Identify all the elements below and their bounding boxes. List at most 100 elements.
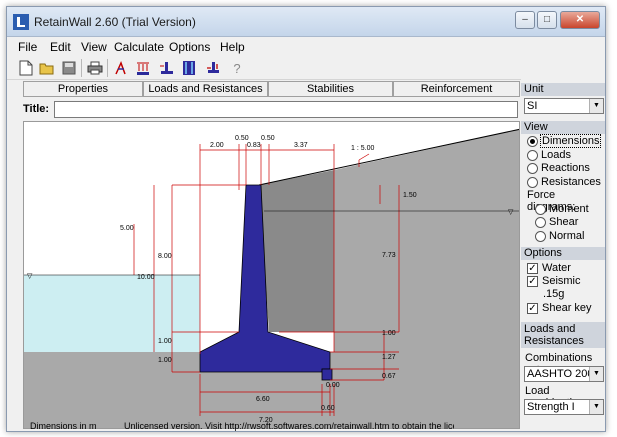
dim-wall-height: 8.00 (158, 253, 172, 260)
chevron-down-icon[interactable]: ▼ (589, 99, 603, 113)
status-units: Dimensions in m (30, 421, 97, 431)
toolbar-separator (107, 59, 108, 77)
shear-key-checkbox[interactable]: ✓ Shear key (527, 302, 592, 314)
shear-key (321, 368, 333, 381)
view-option-loads[interactable]: Loads (527, 149, 571, 161)
tab-stabilities[interactable]: Stabilities (268, 81, 393, 97)
radio-icon (535, 203, 546, 215)
toolbar-separator (81, 59, 82, 77)
print-button[interactable] (85, 58, 105, 78)
options-header: Options (521, 247, 605, 260)
maximize-icon: □ (543, 14, 551, 25)
dim-backfill-slope: 1 : 5.00 (351, 145, 374, 152)
dim-key-offset: 0.00 (326, 382, 340, 389)
menu-view[interactable]: View (81, 40, 107, 54)
footing-button[interactable] (157, 58, 177, 78)
view-header: View (521, 121, 605, 134)
reinforcement-button[interactable] (179, 58, 199, 78)
force-option-normal[interactable]: Normal (535, 230, 584, 242)
menu-help[interactable]: Help (220, 40, 245, 54)
wall-drawing: ▽ ▽ 2.00 0.50 0.83 0.50 3.37 1 : 5.00 5.… (24, 128, 519, 428)
loads-icon (137, 62, 149, 75)
dim-key-depth: 0.67 (382, 373, 396, 380)
help-button[interactable]: ? (227, 58, 247, 78)
help-icon: ? (233, 60, 241, 76)
minimize-icon: – (522, 14, 528, 25)
dim-base-length: 6.60 (256, 396, 270, 403)
new-button[interactable] (16, 58, 36, 78)
app-window: RetainWall 2.60 (Trial Version) – □ ✕ Fi… (6, 6, 606, 432)
status-license: Unlicensed version. Visit http://rwsoft.… (124, 421, 454, 431)
draw-wall-icon (115, 61, 126, 75)
view-option-resistances[interactable]: Resistances (527, 176, 601, 188)
title-label: Title: (23, 103, 50, 115)
close-button[interactable]: ✕ (560, 11, 600, 29)
toolbar: ? (7, 56, 605, 80)
chevron-down-icon[interactable]: ▼ (589, 400, 603, 414)
water-checkbox[interactable]: ✓ Water (527, 262, 571, 274)
minimize-button[interactable]: – (515, 11, 535, 29)
menu-options[interactable]: Options (169, 40, 210, 54)
open-folder-icon (39, 63, 54, 75)
menu-file[interactable]: File (18, 40, 37, 54)
dim-water-height: 10.00 (137, 274, 155, 281)
dim-base-thickness: 1.00 (158, 357, 172, 364)
load-combinations-select[interactable]: Strength I ▼ (524, 399, 604, 415)
save-icon (62, 61, 76, 75)
dim-backfill-height: 7.73 (382, 252, 396, 259)
chevron-down-icon[interactable]: ▼ (589, 367, 603, 381)
maximize-button[interactable]: □ (537, 11, 557, 29)
radio-icon (535, 216, 546, 228)
ground-level-icon: ▽ (508, 209, 514, 216)
reinforcement-icon (183, 61, 195, 75)
dim-stem-top-left: 0.50 (235, 135, 249, 142)
open-button[interactable] (37, 58, 57, 78)
combinations-set-select[interactable]: AASHTO 2007 ▼ (524, 366, 604, 382)
backfill (259, 170, 334, 332)
soil-left (24, 352, 200, 428)
tab-reinforcement[interactable]: Reinforcement (393, 81, 520, 97)
seismic-checkbox[interactable]: ✓ Seismic (527, 275, 581, 287)
view-option-dimensions[interactable]: Dimensions (527, 134, 602, 148)
water-area (24, 275, 200, 352)
dim-stem-height: 5.00 (120, 225, 134, 232)
draw-wall-button[interactable] (111, 58, 131, 78)
load-combinations-value: Strength I (527, 401, 575, 413)
seismic-value: .15g (543, 288, 565, 300)
stability-button[interactable] (203, 58, 223, 78)
unit-header: Unit (521, 83, 605, 96)
app-icon (13, 14, 29, 30)
checkmark-icon: ✓ (527, 302, 538, 314)
menu-calculate[interactable]: Calculate (114, 40, 164, 54)
window-title: RetainWall 2.60 (Trial Version) (34, 15, 196, 29)
menu-bar: File Edit View Calculate Options Help (7, 37, 605, 56)
view-option-reactions[interactable]: Reactions (527, 162, 590, 174)
stability-icon (207, 62, 219, 73)
title-bar: RetainWall 2.60 (Trial Version) – □ ✕ (7, 7, 605, 37)
menu-edit[interactable]: Edit (50, 40, 71, 54)
checkmark-icon: ✓ (527, 262, 538, 274)
save-button[interactable] (59, 58, 79, 78)
title-input[interactable] (54, 101, 518, 118)
tab-properties[interactable]: Properties (23, 81, 143, 97)
dim-heel-haunch: 1.00 (382, 330, 396, 337)
force-option-shear[interactable]: Shear (535, 216, 578, 228)
force-option-moment[interactable]: Moment (535, 203, 589, 215)
radio-icon (527, 149, 538, 161)
dim-key-width: 0.60 (321, 405, 335, 412)
close-icon: ✕ (575, 14, 585, 25)
loads-header: Loads and Resistances (521, 322, 605, 348)
dim-stem-top-right: 0.50 (261, 135, 275, 142)
dim-toe-width: 2.00 (210, 142, 224, 149)
dim-backfill-rise: 1.50 (403, 192, 417, 199)
drawing-canvas[interactable]: ▽ ▽ 2.00 0.50 0.83 0.50 3.37 1 : 5.00 5.… (23, 121, 520, 429)
unit-select[interactable]: SI ▼ (524, 98, 604, 114)
side-panel: Unit SI ▼ View Dimensions Loads Reaction… (521, 77, 605, 431)
unit-value: SI (527, 100, 538, 112)
radio-icon (527, 162, 538, 174)
footing-icon (160, 62, 173, 74)
title-row: Title: (7, 99, 520, 121)
tab-loads-and-resistances[interactable]: Loads and Resistances (143, 81, 268, 97)
dim-heel-width: 3.37 (294, 142, 308, 149)
loads-button[interactable] (133, 58, 153, 78)
